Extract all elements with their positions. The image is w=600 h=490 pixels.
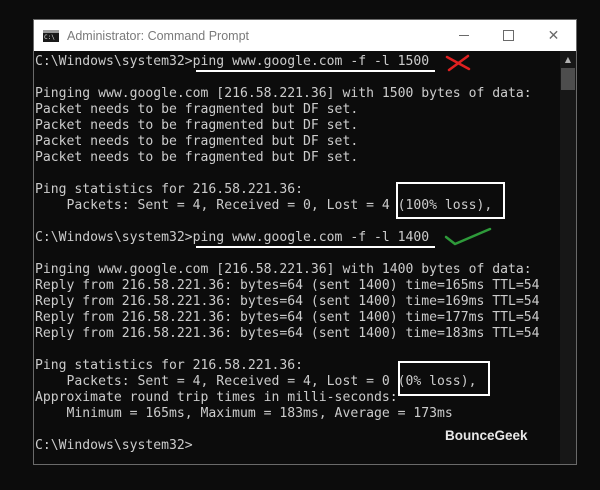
terminal-line: C:\Windows\system32>ping www.google.com … (35, 230, 430, 245)
maximize-button[interactable] (486, 20, 531, 51)
command-prompt-icon: C:\ (43, 29, 59, 42)
terminal-output[interactable]: C:\Windows\system32>ping www.google.com … (34, 51, 561, 464)
command-prompt-window: C:\ Administrator: Command Prompt ✕ C:\W… (33, 19, 577, 465)
command-underline-1 (196, 70, 435, 72)
terminal-line: Reply from 216.58.221.36: bytes=64 (sent… (35, 294, 540, 309)
terminal-line: C:\Windows\system32>ping www.google.com … (35, 54, 430, 69)
close-icon: ✕ (547, 27, 560, 44)
terminal-line: Minimum = 165ms, Maximum = 183ms, Averag… (35, 406, 453, 421)
command-underline-2 (196, 246, 435, 248)
terminal-line: Packet needs to be fragmented but DF set… (35, 102, 359, 117)
terminal-line: Packet needs to be fragmented but DF set… (35, 150, 359, 165)
loss-highlight-box-1 (396, 182, 505, 219)
red-cross-icon (445, 54, 471, 72)
terminal-line: Packet needs to be fragmented but DF set… (35, 134, 359, 149)
terminal-line: Reply from 216.58.221.36: bytes=64 (sent… (35, 310, 540, 325)
terminal-line: Reply from 216.58.221.36: bytes=64 (sent… (35, 278, 540, 293)
terminal-line: Ping statistics for 216.58.221.36: (35, 182, 304, 197)
window-controls: ✕ (441, 20, 576, 51)
green-checkmark-icon (444, 227, 492, 246)
terminal-line: Ping statistics for 216.58.221.36: (35, 358, 304, 373)
terminal-line: Approximate round trip times in milli-se… (35, 390, 398, 405)
terminal-line: C:\Windows\system32> (35, 438, 193, 453)
maximize-icon (503, 30, 514, 41)
scroll-up-arrow-icon[interactable]: ▲ (560, 51, 576, 67)
loss-highlight-box-2 (398, 361, 490, 396)
terminal-line: Reply from 216.58.221.36: bytes=64 (sent… (35, 326, 540, 341)
window-title: Administrator: Command Prompt (67, 28, 250, 43)
vertical-scrollbar[interactable]: ▲ (560, 51, 576, 464)
terminal-line: Packet needs to be fragmented but DF set… (35, 118, 359, 133)
scrollbar-thumb[interactable] (561, 68, 575, 90)
minimize-button[interactable] (441, 20, 486, 51)
title-bar[interactable]: C:\ Administrator: Command Prompt ✕ (34, 20, 576, 51)
minimize-icon (458, 35, 469, 36)
close-button[interactable]: ✕ (531, 20, 576, 51)
terminal-line: Pinging www.google.com [216.58.221.36] w… (35, 86, 532, 101)
terminal-line: Pinging www.google.com [216.58.221.36] w… (35, 262, 532, 277)
watermark: BounceGeek (445, 428, 528, 443)
